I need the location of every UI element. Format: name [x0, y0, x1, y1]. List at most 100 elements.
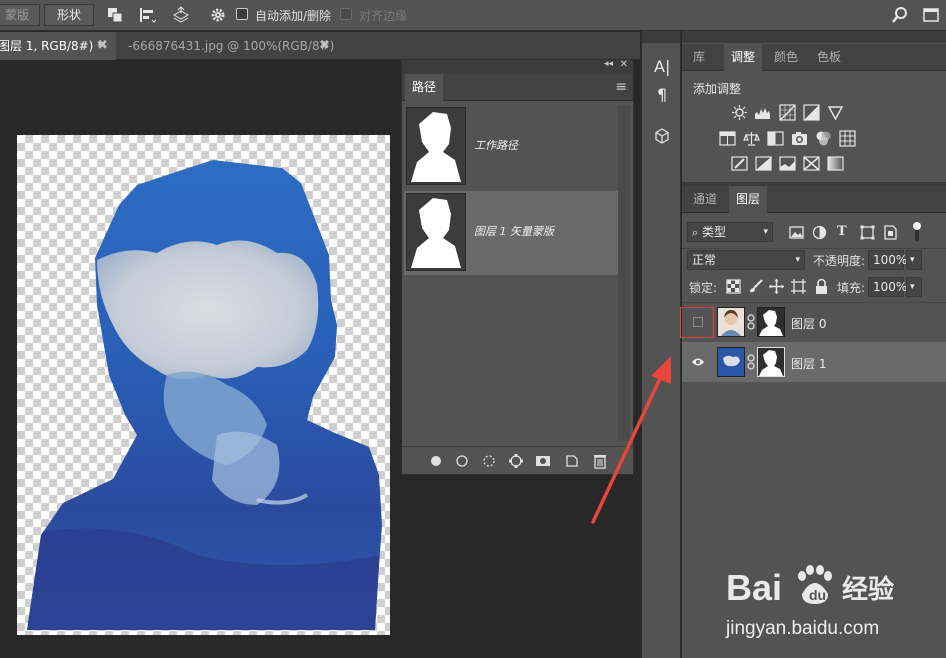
layer-name: 图层 1 — [791, 357, 827, 371]
fill-dropdown[interactable]: ▾ — [906, 277, 922, 297]
filter-kind-select[interactable]: ⌕ 类型 ▾ — [687, 222, 773, 242]
panel-menu-icon[interactable]: ≡ — [615, 79, 627, 95]
path-item-work-path[interactable]: 工作路径 — [404, 105, 618, 189]
filter-toggle-switch[interactable] — [912, 221, 922, 243]
path-operations-icon[interactable] — [106, 6, 124, 24]
selective-color-icon[interactable] — [803, 155, 820, 172]
tab-libraries[interactable]: 库 — [686, 44, 712, 71]
document-canvas[interactable] — [17, 135, 390, 635]
tab-swatches[interactable]: 色板 — [810, 44, 848, 71]
filter-kind-value: 类型 — [702, 225, 727, 239]
baidu-paw-logo: Bai du 经验 — [726, 565, 894, 608]
tab-document-jpg[interactable]: -666876431.jpg @ 100%(RGB/8#) — [124, 32, 340, 60]
visibility-toggle[interactable] — [693, 317, 703, 327]
layer-name: 图层 0 — [791, 317, 827, 331]
path-item-vector-mask[interactable]: 图层 1 矢量蒙版 — [404, 191, 618, 275]
posterize-icon[interactable] — [755, 155, 772, 172]
blend-mode-select[interactable]: 正常 ▾ — [687, 250, 805, 270]
threshold-icon[interactable] — [779, 155, 796, 172]
link-icon[interactable] — [747, 314, 755, 330]
align-edges-checkbox[interactable] — [340, 8, 352, 20]
opacity-dropdown[interactable]: ▾ — [906, 250, 922, 270]
lock-transparent-icon[interactable] — [725, 278, 742, 295]
collapse-panel-icon[interactable]: ◂◂ — [604, 59, 613, 69]
chevron-down-icon: ▾ — [763, 227, 768, 237]
lock-pixels-brush-icon[interactable] — [747, 278, 764, 295]
make-work-path-icon[interactable] — [508, 453, 524, 469]
close-icon[interactable]: ✖ — [319, 32, 330, 60]
curves-icon[interactable] — [779, 104, 796, 121]
gear-icon[interactable] — [209, 6, 227, 24]
filter-shape-icon[interactable] — [859, 224, 876, 241]
lock-artboard-icon[interactable] — [790, 278, 807, 295]
opacity-label: 不透明度: — [813, 254, 866, 268]
search-icon[interactable] — [891, 6, 909, 24]
exposure-icon[interactable] — [803, 104, 820, 121]
stroke-path-icon[interactable] — [454, 453, 470, 469]
filter-smart-object-icon[interactable] — [882, 224, 899, 241]
color-balance-icon[interactable] — [743, 130, 760, 147]
layer-row-layer-0[interactable]: 图层 0 — [680, 302, 946, 342]
tab-color[interactable]: 颜色 — [767, 44, 805, 71]
close-icon[interactable]: ✖ — [97, 32, 108, 60]
shape-button[interactable]: 形状 — [44, 4, 94, 26]
invert-icon[interactable] — [731, 155, 748, 172]
load-selection-icon[interactable] — [481, 453, 497, 469]
path-thumbnail — [406, 193, 466, 271]
fill-path-icon[interactable] — [428, 453, 444, 469]
fill-label: 填充: — [837, 281, 866, 295]
paths-panel-tabs: 路径 ≡ — [402, 74, 633, 101]
levels-icon[interactable] — [754, 104, 771, 121]
layer-thumbnail — [717, 347, 745, 377]
hue-saturation-icon[interactable] — [719, 130, 736, 147]
opacity-input[interactable]: 100% — [868, 250, 907, 270]
gradient-map-icon[interactable] — [827, 155, 844, 172]
photo-filter-icon[interactable] — [791, 130, 808, 147]
workspace-icon[interactable] — [922, 6, 940, 24]
mask-button[interactable]: 蒙版 — [0, 4, 40, 26]
path-thumbnail — [406, 107, 466, 185]
new-path-icon[interactable] — [564, 453, 580, 469]
filter-type-icon[interactable]: T — [837, 224, 847, 239]
color-lookup-icon[interactable] — [839, 130, 856, 147]
chevron-down-icon: ▾ — [910, 255, 915, 265]
divider — [682, 248, 946, 249]
lock-position-move-icon[interactable] — [768, 278, 785, 295]
paragraph-panel-icon[interactable]: ¶ — [657, 85, 667, 104]
layers-panel-tabs: 通道 图层 — [682, 186, 946, 213]
tab-adjustments[interactable]: 调整 — [724, 44, 763, 71]
layer-mask-thumbnail — [757, 307, 785, 337]
lock-all-icon[interactable] — [813, 278, 830, 295]
add-mask-icon[interactable] — [535, 453, 551, 469]
add-adjustment-heading: 添加调整 — [693, 82, 742, 96]
fill-input[interactable]: 100% — [868, 277, 907, 297]
eye-icon[interactable] — [691, 356, 705, 368]
vibrance-icon[interactable] — [827, 104, 844, 121]
black-white-icon[interactable] — [767, 130, 784, 147]
watermark: Bai du 经验 jingyan.baidu.com — [724, 560, 944, 650]
chevron-down-icon: ▾ — [910, 282, 915, 292]
vector-mask-thumbnail — [757, 347, 785, 377]
brightness-contrast-icon[interactable] — [731, 104, 748, 121]
layer-thumbnail — [717, 307, 745, 337]
tab-layers[interactable]: 图层 — [729, 186, 768, 213]
character-panel-icon[interactable]: A| — [654, 57, 670, 76]
path-arrangement-icon[interactable] — [172, 6, 190, 24]
close-icon[interactable]: ✕ — [620, 59, 628, 70]
path-alignment-icon[interactable] — [138, 6, 156, 24]
auto-add-delete-checkbox[interactable] — [236, 8, 248, 20]
collapsed-panel-dock: A| ¶ — [641, 31, 681, 658]
tab-paths[interactable]: 路径 — [405, 74, 444, 101]
tab-channels[interactable]: 通道 — [686, 186, 724, 213]
options-bar: 蒙版 形状 自动添加/删除 对齐边缘 — [0, 0, 946, 31]
watermark-url: jingyan.baidu.com — [726, 618, 880, 639]
filter-pixel-icon[interactable] — [788, 224, 805, 241]
path-name: 工作路径 — [474, 139, 518, 152]
link-icon[interactable] — [747, 354, 755, 370]
chevron-down-icon: ▾ — [795, 255, 800, 265]
layer-row-layer-1[interactable]: 图层 1 — [682, 342, 946, 382]
lock-label: 锁定: — [689, 281, 718, 295]
filter-adjustment-icon[interactable] — [811, 224, 828, 241]
3d-cube-icon[interactable] — [653, 127, 671, 145]
channel-mixer-icon[interactable] — [815, 130, 832, 147]
